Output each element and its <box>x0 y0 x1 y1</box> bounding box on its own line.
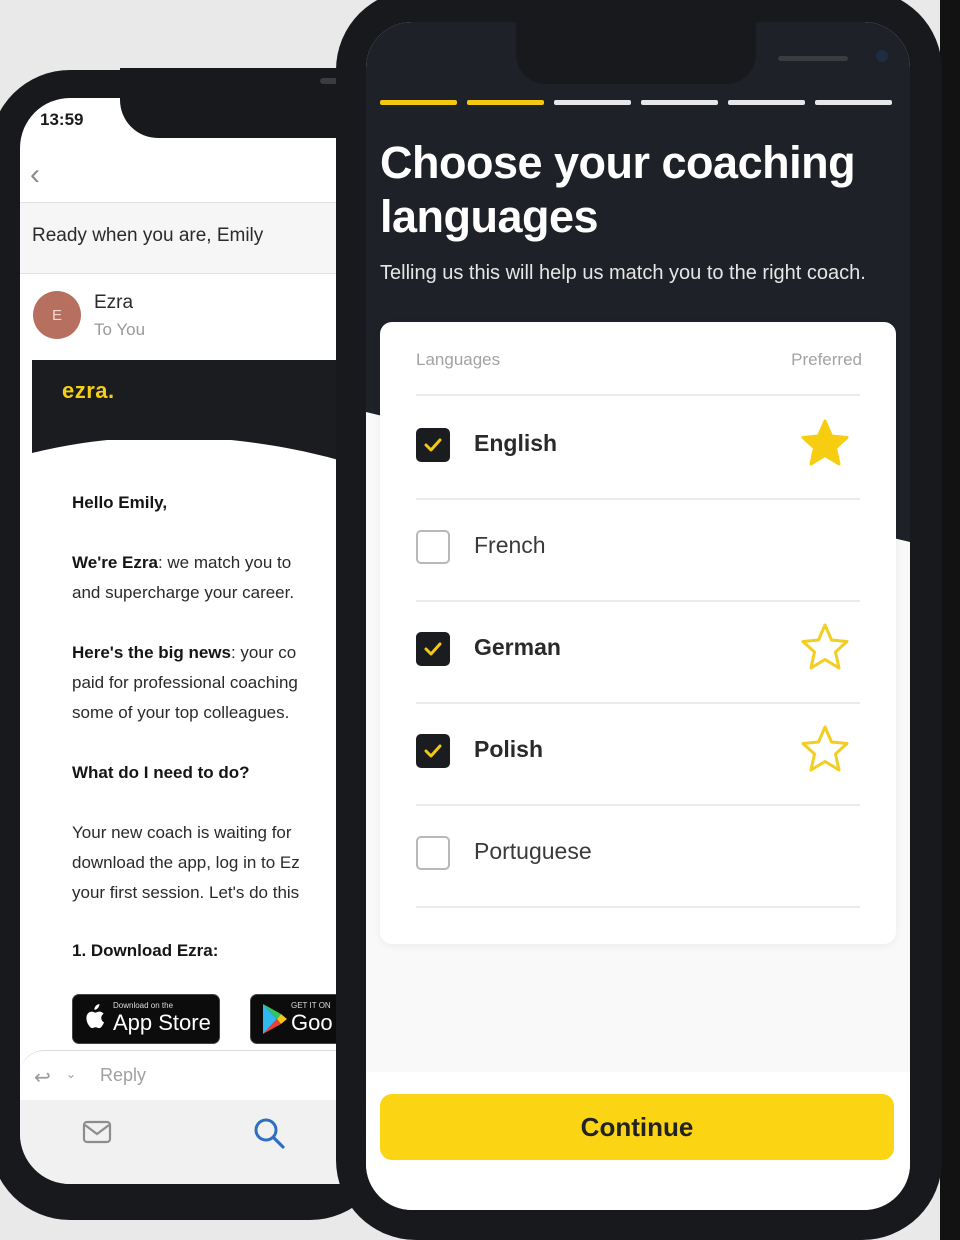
email-greeting: Hello Emily, <box>72 493 168 512</box>
chevron-down-icon[interactable]: ⌄ <box>66 1067 76 1081</box>
preferred-column-header: Preferred <box>791 350 862 369</box>
mail-icon[interactable] <box>82 1120 112 1144</box>
reply-label: Reply <box>100 1065 147 1085</box>
language-checkbox[interactable] <box>416 836 450 870</box>
progress-segment <box>641 100 718 105</box>
continue-button[interactable]: Continue <box>380 1094 894 1160</box>
google-play-small-label: GET IT ON <box>291 1001 331 1010</box>
email-screen: 13:59 ‹ Ready when you are, Emily E Ezra… <box>20 98 380 1184</box>
language-label: French <box>474 532 546 558</box>
language-checkbox[interactable] <box>416 734 450 768</box>
languages-card: Languages Preferred English French German P… <box>380 322 896 944</box>
reply-arrow-icon: ↩ <box>34 1067 51 1089</box>
banner-wave <box>32 428 380 473</box>
language-label: Polish <box>474 736 544 762</box>
app-store-label: App Store <box>113 1010 211 1035</box>
language-row[interactable]: German <box>416 600 860 704</box>
language-row[interactable]: Polish <box>416 702 860 806</box>
speaker <box>778 56 848 61</box>
sender-name: Ezra <box>94 292 134 313</box>
onboarding-screen: Choose your coaching languages Telling u… <box>366 22 910 1210</box>
checkmark-icon <box>424 642 442 656</box>
language-checkbox[interactable] <box>416 530 450 564</box>
checkmark-icon <box>424 438 442 452</box>
language-row[interactable]: French <box>416 498 860 602</box>
camera <box>876 50 888 62</box>
email-heading: What do I need to do? <box>72 763 250 782</box>
email-paragraph-1: We're Ezra: we match you to and supercha… <box>72 553 295 602</box>
progress-segment <box>554 100 631 105</box>
google-play-icon <box>263 1004 287 1034</box>
language-checkbox[interactable] <box>416 632 450 666</box>
star-outline-icon[interactable] <box>796 620 854 678</box>
language-checkbox[interactable] <box>416 428 450 462</box>
email-paragraph-3: Your new coach is waiting for download t… <box>72 823 300 902</box>
languages-column-header: Languages <box>416 350 501 369</box>
phone-onboarding-mockup: Choose your coaching languages Telling u… <box>336 0 942 1240</box>
language-row[interactable]: English <box>416 396 860 500</box>
progress-segment <box>815 100 892 105</box>
email-paragraph-2: Here's the big news: your co paid for pr… <box>72 643 298 722</box>
email-subject: Ready when you are, Emily <box>32 225 264 246</box>
sender-avatar: E <box>33 291 81 339</box>
subject-bar: Ready when you are, Emily <box>20 202 380 274</box>
reply-bar[interactable]: ↩ ⌄ Reply <box>20 1050 380 1101</box>
language-row[interactable]: Portuguese <box>416 804 860 908</box>
page-title: Choose your coaching languages <box>380 137 856 242</box>
language-label: Portuguese <box>474 838 592 864</box>
phone-notch <box>516 22 888 84</box>
avatar-initial: E <box>51 306 62 324</box>
phone-notch <box>120 68 449 138</box>
google-play-label: Goo <box>291 1010 333 1035</box>
app-store-small-label: Download on the <box>113 1001 174 1010</box>
progress-segment <box>380 100 457 105</box>
recipient-label: To You <box>94 320 146 339</box>
apple-icon <box>86 1004 104 1029</box>
back-chevron-icon[interactable]: ‹ <box>30 158 40 192</box>
star-outline-icon[interactable] <box>796 722 854 780</box>
status-time: 13:59 <box>40 110 84 129</box>
email-tab-bar <box>20 1100 380 1184</box>
step-progress <box>380 100 892 105</box>
language-label: German <box>474 634 561 660</box>
progress-segment <box>467 100 544 105</box>
search-icon[interactable] <box>252 1116 286 1150</box>
star-filled-icon[interactable] <box>796 416 854 474</box>
checkmark-icon <box>424 744 442 758</box>
page-subtitle: Telling us this will help us match you t… <box>380 262 866 284</box>
background-edge <box>940 0 960 1240</box>
ezra-logo: ezra. <box>62 378 115 403</box>
app-store-button[interactable]: Download on the App Store <box>72 994 220 1044</box>
phone-email-mockup: 13:59 ‹ Ready when you are, Emily E Ezra… <box>0 68 449 1220</box>
email-step-1: 1. Download Ezra: <box>72 941 219 960</box>
language-label: English <box>474 430 558 456</box>
progress-segment <box>728 100 805 105</box>
